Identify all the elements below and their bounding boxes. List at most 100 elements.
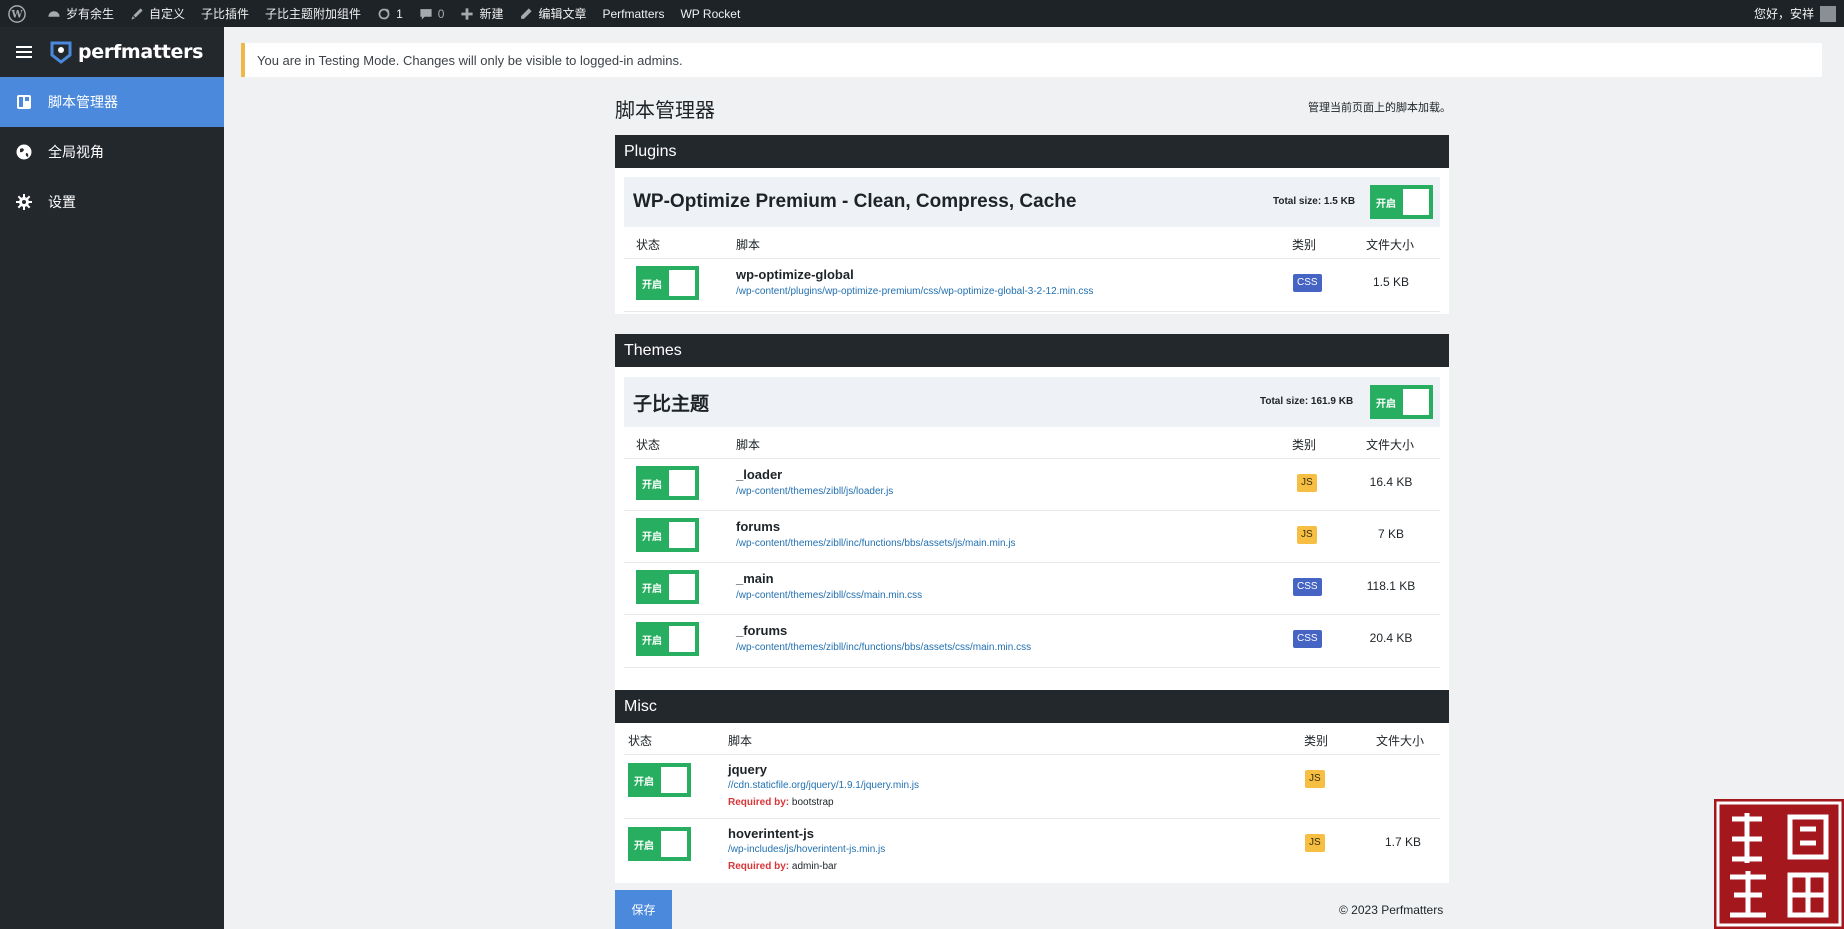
new-content-menu[interactable]: 新建 xyxy=(452,0,511,27)
type-badge: JS xyxy=(1297,474,1317,492)
customize-menu[interactable]: 自定义 xyxy=(122,0,193,27)
type-badge: JS xyxy=(1305,834,1325,852)
group-header: WP-Optimize Premium - Clean, Compress, C… xyxy=(624,177,1440,227)
updates-count: 1 xyxy=(396,6,403,21)
script-path[interactable]: /wp-content/themes/zibll/css/main.min.cs… xyxy=(736,590,922,601)
footer-copyright: © 2023 Perfmatters xyxy=(1339,903,1444,917)
col-status: 状态 xyxy=(636,238,661,252)
sidebar: perfmatters 脚本管理器 全局视角 设置 xyxy=(0,27,224,929)
script-path[interactable]: /wp-content/themes/zibll/js/loader.js xyxy=(736,486,893,497)
site-name-menu[interactable]: 岁有余生 xyxy=(39,0,122,27)
edit-post-menu[interactable]: 编辑文章 xyxy=(511,0,594,27)
script-toggle[interactable]: 开启 xyxy=(636,266,699,300)
sidebar-item-label: 设置 xyxy=(48,194,76,210)
section-title: Plugins xyxy=(624,142,677,160)
table-row: 开启 hoverintent-js /wp-includes/js/hoveri… xyxy=(624,819,1440,883)
col-size: 文件大小 xyxy=(1366,238,1415,252)
dashboard-icon xyxy=(16,94,32,110)
script-toggle[interactable]: 开启 xyxy=(636,518,699,552)
required-by-value: admin-bar xyxy=(791,861,837,872)
file-size: 7 KB xyxy=(1377,527,1404,541)
zibll-addon-label[interactable]: 子比主题附加组件 xyxy=(265,5,361,22)
wp-rocket-menu[interactable]: WP Rocket xyxy=(672,0,748,27)
edit-post-label[interactable]: 编辑文章 xyxy=(538,5,586,22)
toggle-knob xyxy=(661,767,687,793)
toggle-knob xyxy=(669,470,695,496)
zibll-plugin-label[interactable]: 子比插件 xyxy=(201,5,249,22)
save-button[interactable]: 保存 xyxy=(615,890,672,929)
plus-icon xyxy=(461,7,474,20)
required-by-value: bootstrap xyxy=(791,797,834,808)
col-status: 状态 xyxy=(636,438,661,452)
required-by-label: Required by: xyxy=(728,861,790,872)
section-misc: 状态 脚本 类别 文件大小 开启 jquery //cdn.staticfile… xyxy=(615,723,1449,883)
script-toggle[interactable]: 开启 xyxy=(628,763,691,797)
script-path[interactable]: //cdn.staticfile.org/jquery/1.9.1/jquery… xyxy=(728,780,919,791)
section-header-themes: Themes xyxy=(615,334,1449,367)
hamburger-menu-icon[interactable] xyxy=(16,46,32,58)
type-badge: CSS xyxy=(1293,630,1322,648)
avatar[interactable] xyxy=(1820,5,1836,22)
script-name: hoverintent-js xyxy=(728,826,814,841)
group-toggle[interactable]: 开启 xyxy=(1370,385,1433,419)
perfmatters-logo: perfmatters xyxy=(48,39,203,65)
table-header: 状态 脚本 类别 文件大小 xyxy=(624,723,1440,755)
notice-text: You are in Testing Mode. Changes will on… xyxy=(257,52,683,68)
zibll-plugin-menu[interactable]: 子比插件 xyxy=(193,0,257,27)
sidebar-item-global-view[interactable]: 全局视角 xyxy=(0,127,224,177)
globe-icon xyxy=(16,144,32,160)
script-toggle[interactable]: 开启 xyxy=(628,827,691,861)
updates-menu[interactable]: 1 xyxy=(369,0,411,27)
required-by-label: Required by: xyxy=(728,797,790,808)
script-toggle[interactable]: 开启 xyxy=(636,466,699,500)
script-path[interactable]: /wp-content/themes/zibll/inc/functions/b… xyxy=(736,538,1016,549)
col-script: 脚本 xyxy=(736,438,761,452)
wp-rocket-label[interactable]: WP Rocket xyxy=(680,7,740,21)
wordpress-logo-icon[interactable]: W xyxy=(0,0,39,27)
script-toggle[interactable]: 开启 xyxy=(636,622,699,656)
section-title: Misc xyxy=(624,697,657,715)
sidebar-item-settings[interactable]: 设置 xyxy=(0,177,224,227)
toggle-knob xyxy=(669,626,695,652)
script-toggle[interactable]: 开启 xyxy=(636,570,699,604)
toggle-knob xyxy=(669,574,695,600)
section-header-plugins: Plugins xyxy=(615,135,1449,168)
file-size: 118.1 KB xyxy=(1366,579,1416,593)
gear-icon xyxy=(16,194,32,210)
col-type: 类别 xyxy=(1292,238,1317,252)
page-title: 脚本管理器 xyxy=(615,100,715,122)
script-path[interactable]: /wp-includes/js/hoverintent-js.min.js xyxy=(728,844,885,855)
comments-menu[interactable]: 0 xyxy=(411,0,453,27)
section-plugins: WP-Optimize Premium - Clean, Compress, C… xyxy=(615,168,1449,314)
type-badge: JS xyxy=(1305,770,1325,788)
group-toggle[interactable]: 开启 xyxy=(1370,185,1433,219)
script-path[interactable]: /wp-content/themes/zibll/inc/functions/b… xyxy=(736,642,1031,653)
table-row: 开启 _forums /wp-content/themes/zibll/inc/… xyxy=(624,615,1440,667)
customize-label[interactable]: 自定义 xyxy=(149,5,185,22)
greeting[interactable]: 您好，安祥 xyxy=(1754,5,1814,22)
script-name: _forums xyxy=(736,623,788,638)
group-title: 子比主题 xyxy=(633,393,710,415)
admin-bar: W 岁有余生 自定义 子比插件 子比主题附加组件 1 0 新建 编辑文章 Per… xyxy=(0,0,1844,27)
script-path[interactable]: /wp-content/plugins/wp-optimize-premium/… xyxy=(736,286,1093,297)
toggle-knob xyxy=(669,522,695,548)
new-label[interactable]: 新建 xyxy=(479,5,503,22)
perfmatters-label[interactable]: Perfmatters xyxy=(602,7,664,21)
required-by: Required by: bootstrap xyxy=(728,797,834,808)
site-name[interactable]: 岁有余生 xyxy=(66,5,114,22)
sidebar-item-label: 全局视角 xyxy=(48,144,104,160)
table-row: 开启 _loader /wp-content/themes/zibll/js/l… xyxy=(624,459,1440,511)
col-type: 类别 xyxy=(1304,734,1329,748)
col-size: 文件大小 xyxy=(1366,438,1415,452)
account-menu[interactable]: 您好，安祥 xyxy=(1754,0,1836,27)
toggle-label: 开启 xyxy=(1376,198,1396,210)
toggle-knob xyxy=(669,270,695,296)
theme-group: 子比主题 Total size: 161.9 KB 开启 状态 脚本 类别 文件… xyxy=(624,377,1440,668)
section-header-misc: Misc xyxy=(615,690,1449,723)
testing-mode-notice: You are in Testing Mode. Changes will on… xyxy=(241,43,1822,77)
toggle-label: 开启 xyxy=(642,531,662,543)
sidebar-item-script-manager[interactable]: 脚本管理器 xyxy=(0,77,224,127)
plugin-group: WP-Optimize Premium - Clean, Compress, C… xyxy=(624,177,1440,312)
zibll-addon-menu[interactable]: 子比主题附加组件 xyxy=(257,0,369,27)
perfmatters-menu[interactable]: Perfmatters xyxy=(594,0,672,27)
